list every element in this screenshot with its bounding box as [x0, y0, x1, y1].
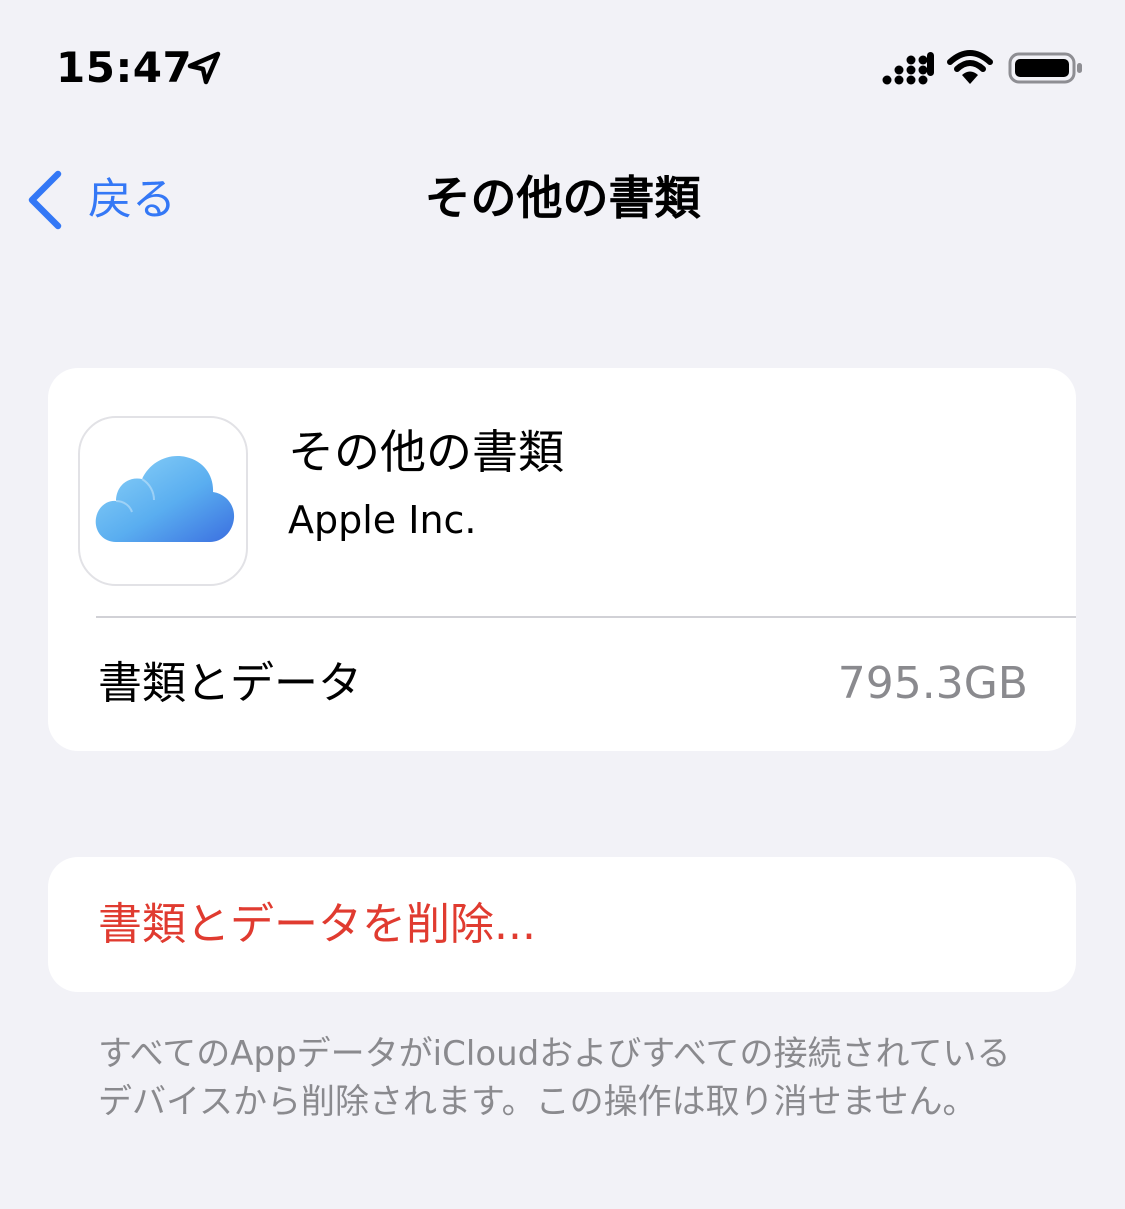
navigation-bar: 戻る その他の書類	[0, 150, 1125, 250]
app-info-card: その他の書類 Apple Inc. 書類とデータ 795.3GB	[48, 368, 1076, 751]
status-time: 15:47	[56, 43, 193, 92]
delete-documents-button[interactable]: 書類とデータを削除...	[48, 857, 1076, 992]
storage-row-value: 795.3GB	[837, 658, 1028, 709]
status-bar: 15:47	[0, 0, 1125, 130]
app-developer: Apple Inc.	[288, 498, 477, 542]
app-name: その他の書類	[288, 425, 564, 479]
location-arrow-icon	[187, 51, 221, 85]
app-icon	[78, 416, 248, 586]
wifi-icon	[947, 50, 993, 84]
battery-icon	[1008, 52, 1082, 84]
storage-row-label: 書類とデータ	[98, 658, 362, 709]
divider	[96, 616, 1076, 618]
page-title: その他の書類	[424, 171, 701, 225]
delete-footnote: すべてのAppデータがiCloudおよびすべての接続されているデバイスから削除さ…	[98, 1034, 1011, 1122]
cellular-signal-icon	[882, 52, 934, 85]
icloud-icon	[95, 456, 235, 542]
delete-documents-label: 書類とデータを削除...	[98, 899, 536, 950]
